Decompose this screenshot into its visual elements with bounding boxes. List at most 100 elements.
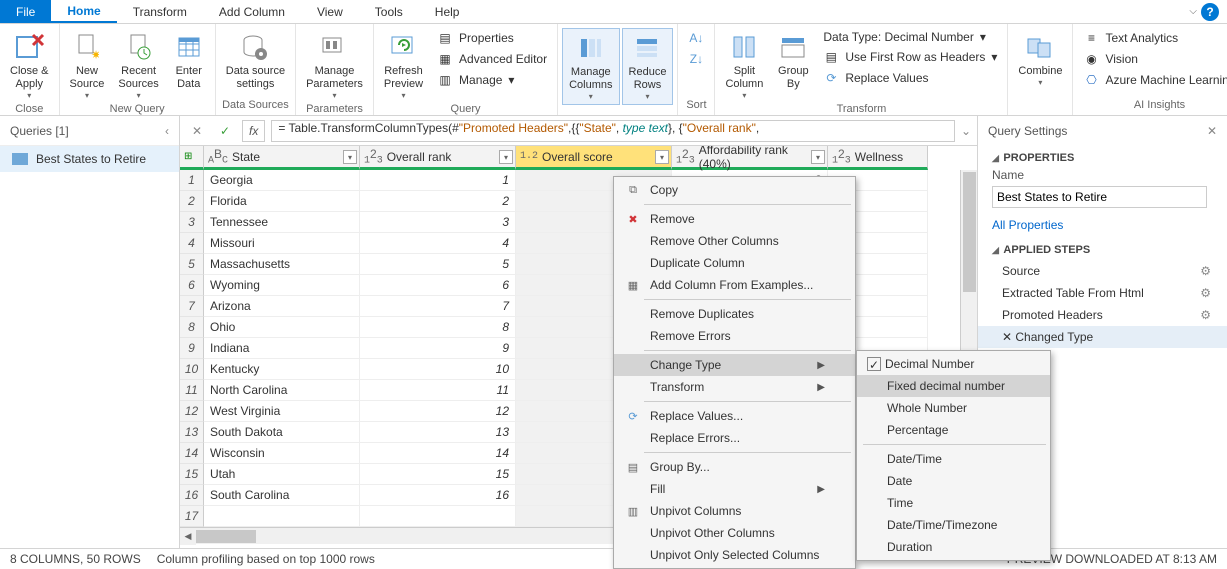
- refresh-preview-button[interactable]: Refresh Preview▾: [378, 28, 429, 103]
- cm-unpivot-selected[interactable]: Unpivot Only Selected Columns: [614, 544, 855, 566]
- cell-rank[interactable]: 6: [360, 275, 516, 296]
- cell-state[interactable]: Georgia: [204, 170, 360, 191]
- sm-whole[interactable]: Whole Number: [857, 397, 1050, 419]
- cell-rank[interactable]: 15: [360, 464, 516, 485]
- cell-rank[interactable]: 14: [360, 443, 516, 464]
- row-number[interactable]: 6: [180, 275, 204, 296]
- replace-values-button[interactable]: ⟳Replace Values: [817, 68, 1003, 88]
- cell-rank[interactable]: 5: [360, 254, 516, 275]
- row-number[interactable]: 11: [180, 380, 204, 401]
- enter-data-button[interactable]: Enter Data: [167, 28, 211, 94]
- cm-remove-errors[interactable]: Remove Errors: [614, 325, 855, 347]
- scroll-left-icon[interactable]: ◀: [180, 528, 196, 545]
- reduce-rows-button[interactable]: Reduce Rows▾: [622, 28, 674, 105]
- row-number[interactable]: 8: [180, 317, 204, 338]
- cm-add-from-examples[interactable]: ▦Add Column From Examples...: [614, 274, 855, 296]
- cell-state[interactable]: Arizona: [204, 296, 360, 317]
- close-settings-icon[interactable]: ✕: [1207, 124, 1217, 138]
- cell-rank[interactable]: 9: [360, 338, 516, 359]
- filter-icon[interactable]: ▾: [499, 150, 513, 164]
- filter-icon[interactable]: ▾: [655, 150, 669, 164]
- cell-state[interactable]: Ohio: [204, 317, 360, 338]
- query-name-input[interactable]: [992, 186, 1207, 208]
- sm-duration[interactable]: Duration: [857, 536, 1050, 558]
- menu-home[interactable]: Home: [51, 0, 116, 23]
- row-number[interactable]: 5: [180, 254, 204, 275]
- step-item[interactable]: Promoted Headers⚙: [978, 304, 1227, 326]
- cell-rank[interactable]: 3: [360, 212, 516, 233]
- row-number[interactable]: 17: [180, 506, 204, 527]
- cm-replace-errors[interactable]: Replace Errors...: [614, 427, 855, 449]
- menu-help[interactable]: Help: [419, 0, 476, 23]
- cm-fill[interactable]: Fill▶: [614, 478, 855, 500]
- col-header-afford[interactable]: 123Affordability rank (40%)▾: [672, 146, 828, 170]
- gear-icon[interactable]: ⚙: [1200, 286, 1211, 300]
- sm-datetime[interactable]: Date/Time: [857, 448, 1050, 470]
- split-column-button[interactable]: Split Column▾: [719, 28, 769, 103]
- cell-state[interactable]: Massachusetts: [204, 254, 360, 275]
- collapse-queries-icon[interactable]: ‹: [165, 124, 169, 138]
- cell-rank[interactable]: 4: [360, 233, 516, 254]
- applied-steps-section[interactable]: APPLIED STEPS: [978, 238, 1227, 260]
- cm-replace-values[interactable]: ⟳Replace Values...: [614, 405, 855, 427]
- formula-input[interactable]: = Table.TransformColumnTypes(#"Promoted …: [271, 120, 955, 142]
- row-number[interactable]: 10: [180, 359, 204, 380]
- select-all-corner[interactable]: ⊞: [180, 146, 204, 170]
- help-icon[interactable]: ?: [1201, 3, 1219, 21]
- row-number[interactable]: 2: [180, 191, 204, 212]
- gear-icon[interactable]: ⚙: [1200, 308, 1211, 322]
- manage-parameters-button[interactable]: Manage Parameters▾: [300, 28, 369, 103]
- datatype-dropdown[interactable]: Data Type: Decimal Number ▾: [817, 28, 1003, 46]
- col-header-wellness[interactable]: 123Wellness: [828, 146, 928, 170]
- cell-rank[interactable]: 7: [360, 296, 516, 317]
- row-number[interactable]: 13: [180, 422, 204, 443]
- cm-transform[interactable]: Transform▶: [614, 376, 855, 398]
- cell-state[interactable]: Utah: [204, 464, 360, 485]
- fx-button[interactable]: fx: [242, 120, 265, 142]
- menu-view[interactable]: View: [301, 0, 359, 23]
- row-number[interactable]: 4: [180, 233, 204, 254]
- cell-state[interactable]: Kentucky: [204, 359, 360, 380]
- gear-icon[interactable]: ⚙: [1200, 264, 1211, 278]
- cell-state[interactable]: Wisconsin: [204, 443, 360, 464]
- step-item-selected[interactable]: ✕ Changed Type: [978, 326, 1227, 348]
- menu-transform[interactable]: Transform: [117, 0, 203, 23]
- sm-dtz[interactable]: Date/Time/Timezone: [857, 514, 1050, 536]
- row-number[interactable]: 1: [180, 170, 204, 191]
- cell-rank[interactable]: 10: [360, 359, 516, 380]
- datasource-settings-button[interactable]: Data source settings: [220, 28, 291, 94]
- step-item[interactable]: Source⚙: [978, 260, 1227, 282]
- cm-unpivot-other[interactable]: Unpivot Other Columns: [614, 522, 855, 544]
- manage-query-button[interactable]: ▥Manage ▾: [431, 70, 553, 90]
- close-apply-button[interactable]: Close & Apply▾: [4, 28, 55, 103]
- step-item[interactable]: Extracted Table From Html⚙: [978, 282, 1227, 304]
- menu-addcolumn[interactable]: Add Column: [203, 0, 301, 23]
- cell-state[interactable]: Tennessee: [204, 212, 360, 233]
- cm-change-type[interactable]: Change Type▶: [614, 354, 855, 376]
- row-number[interactable]: 15: [180, 464, 204, 485]
- row-number[interactable]: 14: [180, 443, 204, 464]
- ribbon-collapse-icon[interactable]: ⌵: [1189, 6, 1197, 17]
- sort-asc-button[interactable]: A↓: [682, 28, 710, 48]
- cell-state[interactable]: Wyoming: [204, 275, 360, 296]
- cell-rank[interactable]: 8: [360, 317, 516, 338]
- cell-state[interactable]: Missouri: [204, 233, 360, 254]
- formula-expand-icon[interactable]: ⌄: [961, 124, 971, 138]
- first-row-headers-button[interactable]: ▤Use First Row as Headers ▾: [817, 47, 1003, 67]
- sort-desc-button[interactable]: Z↓: [682, 49, 710, 69]
- sm-decimal[interactable]: ✓Decimal Number: [857, 353, 1050, 375]
- aml-button[interactable]: ⎔Azure Machine Learning: [1077, 70, 1227, 90]
- filter-icon[interactable]: ▾: [343, 150, 357, 164]
- row-number[interactable]: 12: [180, 401, 204, 422]
- col-header-score[interactable]: 1.2Overall score▾: [516, 146, 672, 170]
- cell-state[interactable]: South Dakota: [204, 422, 360, 443]
- group-by-button[interactable]: Group By: [771, 28, 815, 94]
- col-header-state[interactable]: ABCState▾: [204, 146, 360, 170]
- cell-state[interactable]: North Carolina: [204, 380, 360, 401]
- cell-rank[interactable]: [360, 506, 516, 527]
- cell-rank[interactable]: 1: [360, 170, 516, 191]
- cell-state[interactable]: South Carolina: [204, 485, 360, 506]
- row-number[interactable]: 16: [180, 485, 204, 506]
- cm-remove-duplicates[interactable]: Remove Duplicates: [614, 303, 855, 325]
- filter-icon[interactable]: ▾: [811, 150, 825, 164]
